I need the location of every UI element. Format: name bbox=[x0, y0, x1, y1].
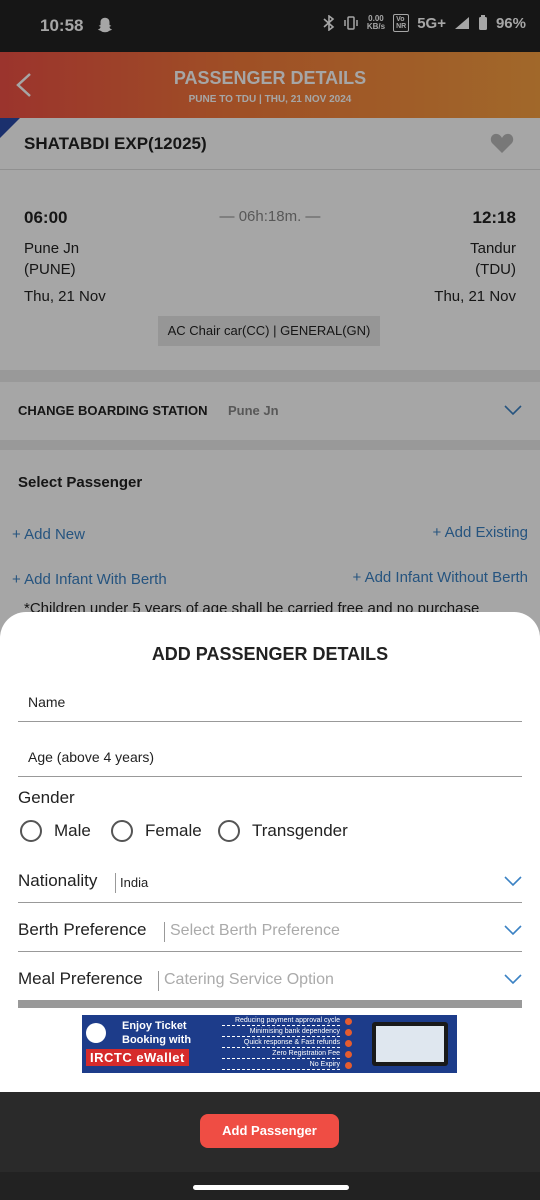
banner-line-1: Enjoy Ticket bbox=[122, 1020, 187, 1032]
name-field[interactable]: Name bbox=[18, 684, 522, 722]
berth-placeholder: Select Berth Preference bbox=[170, 922, 340, 939]
gender-option-label: Transgender bbox=[252, 821, 348, 840]
horizontal-scrollbar[interactable] bbox=[18, 1000, 522, 1008]
irctc-ewallet-banner[interactable]: Enjoy Ticket Booking with IRCTC eWallet … bbox=[82, 1015, 457, 1073]
gender-label: Gender bbox=[18, 788, 75, 807]
bottom-action-bar: Add Passenger bbox=[0, 1092, 540, 1172]
banner-feature: No Expiry bbox=[222, 1060, 340, 1070]
berth-label: Berth Preference bbox=[18, 920, 147, 939]
gender-transgender-radio[interactable]: Transgender bbox=[218, 820, 348, 842]
home-gesture-handle[interactable] bbox=[193, 1185, 349, 1190]
meal-label: Meal Preference bbox=[18, 969, 143, 988]
age-placeholder: Age (above 4 years) bbox=[28, 749, 155, 765]
chevron-down-icon bbox=[504, 876, 522, 887]
gender-male-radio[interactable]: Male bbox=[20, 820, 91, 842]
system-nav-bar bbox=[0, 1172, 540, 1200]
add-passenger-sheet: ADD PASSENGER DETAILS Name Age (above 4 … bbox=[0, 612, 540, 1092]
add-passenger-button[interactable]: Add Passenger bbox=[200, 1114, 339, 1148]
nationality-label: Nationality bbox=[18, 871, 98, 890]
name-placeholder: Name bbox=[28, 694, 66, 710]
irctc-logo-icon bbox=[86, 1023, 106, 1043]
bullet-icon bbox=[345, 1018, 352, 1025]
sheet-title: ADD PASSENGER DETAILS bbox=[151, 644, 389, 664]
bullet-icon bbox=[345, 1029, 352, 1036]
nationality-value: India bbox=[120, 875, 149, 890]
radio-circle bbox=[111, 820, 133, 842]
divider bbox=[115, 873, 116, 893]
divider bbox=[164, 922, 165, 942]
chevron-down-icon bbox=[504, 925, 522, 936]
gender-option-label: Female bbox=[145, 821, 202, 840]
chevron-down-icon bbox=[504, 974, 522, 985]
gender-female-radio[interactable]: Female bbox=[111, 820, 202, 842]
banner-feature: Zero Registration Fee bbox=[222, 1049, 340, 1059]
laptop-image bbox=[372, 1022, 448, 1066]
gender-option-label: Male bbox=[54, 821, 91, 840]
banner-feature: Quick response & Fast refunds bbox=[222, 1038, 340, 1048]
bullet-icon bbox=[345, 1062, 352, 1069]
banner-line-2: Booking with bbox=[122, 1034, 192, 1046]
nationality-dropdown[interactable]: Nationality India bbox=[18, 859, 522, 903]
banner-feature: Reducing payment approval cycle bbox=[222, 1016, 340, 1026]
berth-preference-dropdown[interactable]: Berth Preference Select Berth Preference bbox=[18, 908, 522, 952]
banner-brand: IRCTC eWallet bbox=[86, 1049, 189, 1066]
meal-placeholder: Catering Service Option bbox=[164, 971, 334, 988]
bullet-icon bbox=[345, 1051, 352, 1058]
radio-circle bbox=[20, 820, 42, 842]
bullet-icon bbox=[345, 1040, 352, 1047]
banner-feature: Minimising bank dependency bbox=[222, 1027, 340, 1037]
age-field[interactable]: Age (above 4 years) bbox=[18, 738, 522, 777]
meal-preference-dropdown[interactable]: Meal Preference Catering Service Option bbox=[18, 957, 522, 1001]
radio-circle bbox=[218, 820, 240, 842]
divider bbox=[158, 971, 159, 991]
